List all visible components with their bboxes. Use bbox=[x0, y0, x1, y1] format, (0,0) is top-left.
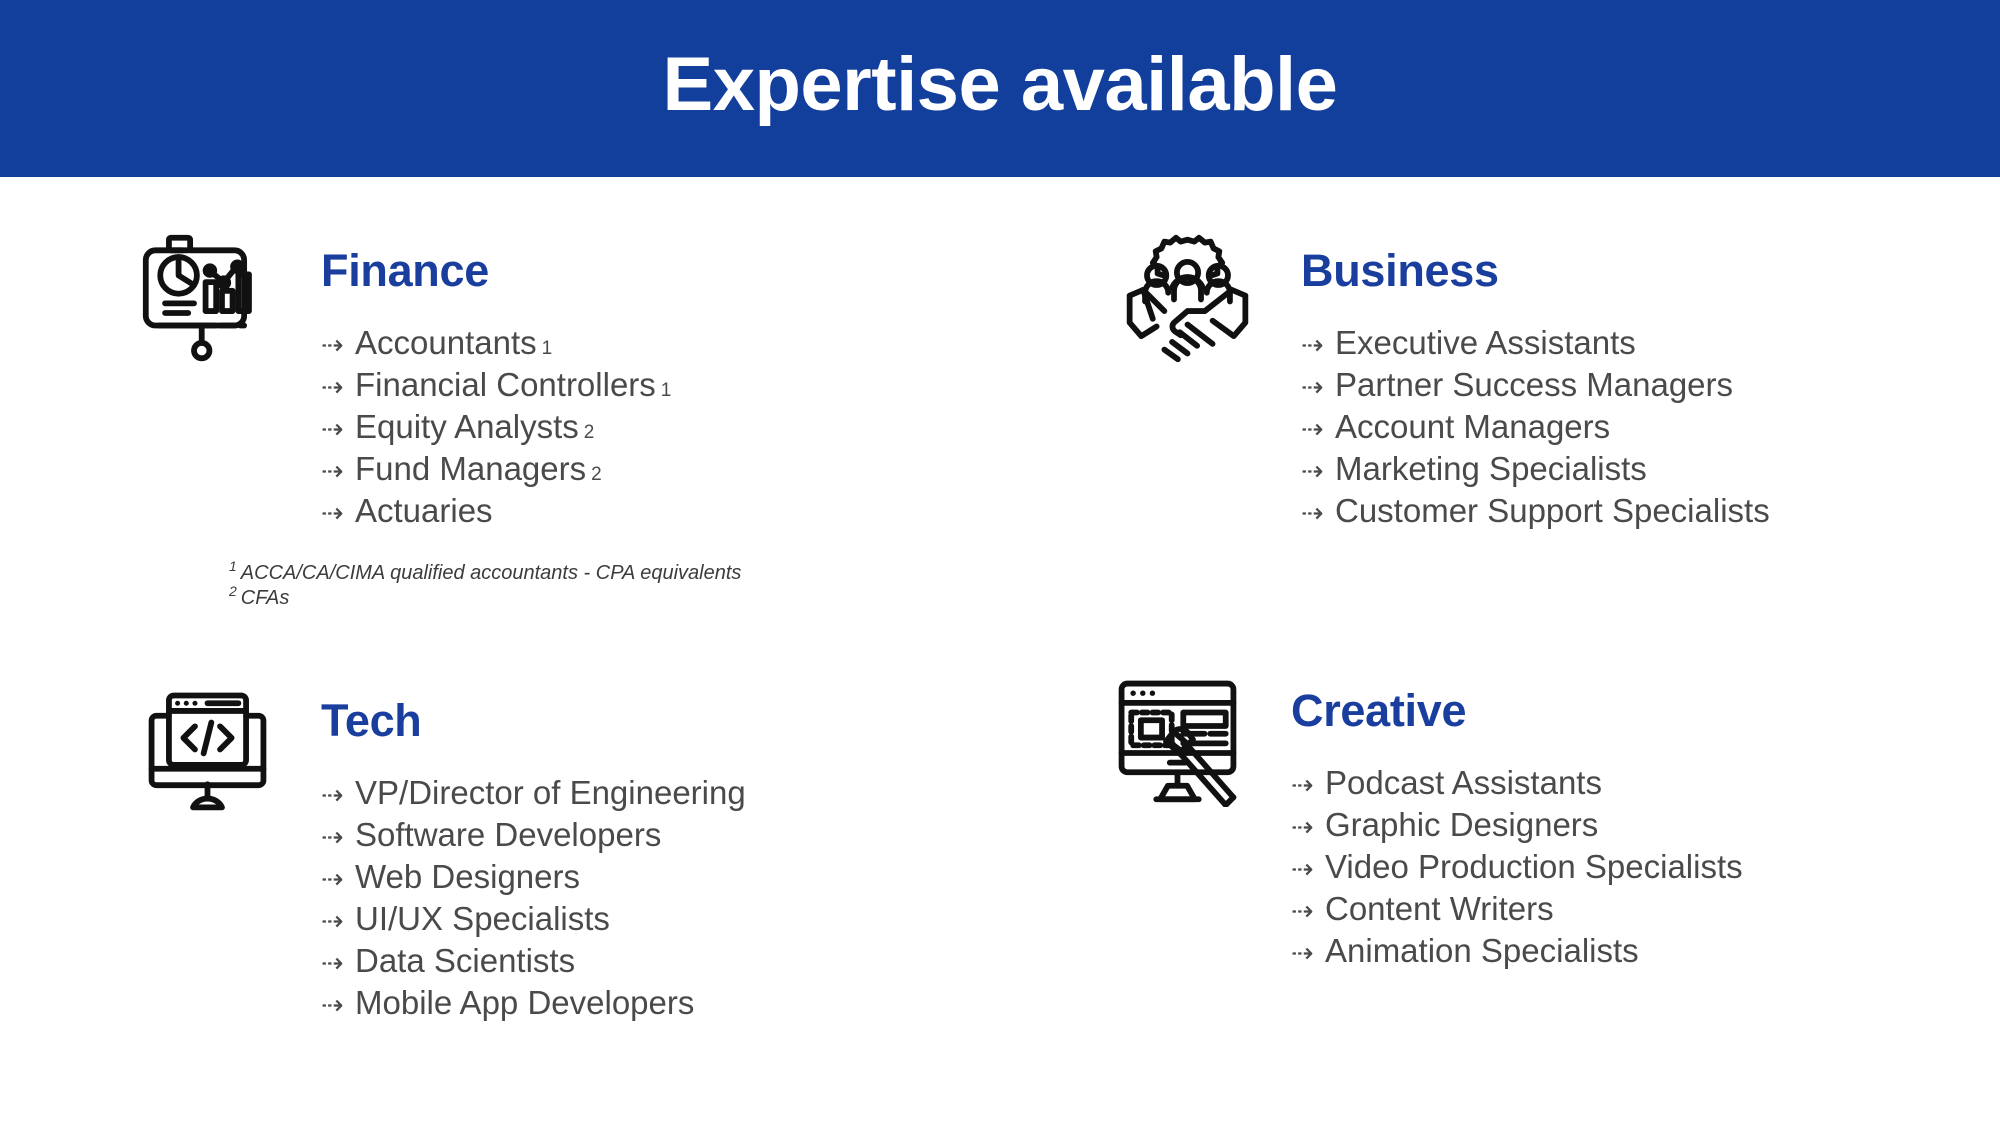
list-item: ⇢ Fund Managers 2 bbox=[321, 449, 980, 491]
list-item-label: VP/Director of Engineering bbox=[355, 774, 746, 811]
list-item: ⇢ Software Developers bbox=[321, 815, 980, 857]
list-business: ⇢ Executive Assistants ⇢ Partner Success… bbox=[1301, 323, 1960, 533]
category-tech: Tech ⇢ VP/Director of Engineering ⇢ Soft… bbox=[140, 682, 980, 1025]
arrow-bullet-icon: ⇢ bbox=[1291, 896, 1314, 926]
list-item-label: Financial Controllers bbox=[355, 366, 656, 403]
arrow-bullet-icon: ⇢ bbox=[1291, 812, 1314, 842]
arrow-bullet-icon: ⇢ bbox=[1301, 372, 1324, 402]
footnote-line: 2 CFAs bbox=[229, 583, 980, 611]
list-creative: ⇢ Podcast Assistants ⇢ Graphic Designers… bbox=[1291, 763, 1970, 973]
arrow-bullet-icon: ⇢ bbox=[1291, 938, 1314, 968]
heading-tech: Tech bbox=[321, 695, 422, 746]
list-item: ⇢ Graphic Designers bbox=[1291, 805, 1970, 847]
list-item-label: Account Managers bbox=[1335, 408, 1611, 445]
heading-business: Business bbox=[1301, 245, 1499, 296]
footnote-text: ACCA/CA/CIMA qualified accountants - CPA… bbox=[240, 562, 742, 584]
monitor-code-icon bbox=[140, 682, 275, 817]
list-item-label: Mobile App Developers bbox=[355, 984, 695, 1021]
arrow-bullet-icon: ⇢ bbox=[1301, 456, 1324, 486]
list-item-label: Accountants bbox=[355, 324, 537, 361]
list-item: ⇢ Account Managers bbox=[1301, 407, 1960, 449]
list-item: ⇢ Podcast Assistants bbox=[1291, 763, 1970, 805]
list-item: ⇢ UI/UX Specialists bbox=[321, 899, 980, 941]
arrow-bullet-icon: ⇢ bbox=[1291, 770, 1314, 800]
list-item-label: Partner Success Managers bbox=[1335, 366, 1734, 403]
arrow-bullet-icon: ⇢ bbox=[321, 822, 344, 852]
category-creative: Creative ⇢ Podcast Assistants ⇢ Graphic … bbox=[1110, 672, 1970, 973]
list-item-label: UI/UX Specialists bbox=[355, 900, 610, 937]
arrow-bullet-icon: ⇢ bbox=[321, 498, 344, 528]
category-finance: Finance ⇢ Accountants 1 ⇢ Financial Cont… bbox=[140, 232, 980, 611]
list-item: ⇢ Video Production Specialists bbox=[1291, 847, 1970, 889]
list-item-label: Web Designers bbox=[355, 858, 580, 895]
list-item: ⇢ Equity Analysts 2 bbox=[321, 407, 980, 449]
list-item: ⇢ Customer Support Specialists bbox=[1301, 491, 1960, 533]
slide-expertise-available: Expertise available Finance ⇢ Accountant… bbox=[0, 0, 2000, 1125]
heading-creative: Creative bbox=[1291, 685, 1467, 736]
list-item-label: Fund Managers bbox=[355, 450, 587, 487]
category-business: Business ⇢ Executive Assistants ⇢ Partne… bbox=[1120, 232, 1960, 533]
category-body-creative: Creative ⇢ Podcast Assistants ⇢ Graphic … bbox=[1291, 672, 1970, 973]
list-item-label: Software Developers bbox=[355, 816, 662, 853]
arrow-bullet-icon: ⇢ bbox=[321, 372, 344, 402]
list-item-label: Executive Assistants bbox=[1335, 324, 1636, 361]
list-item: ⇢ VP/Director of Engineering bbox=[321, 773, 980, 815]
list-item: ⇢ Data Scientists bbox=[321, 941, 980, 983]
presentation-chart-icon bbox=[140, 232, 275, 367]
list-item-label: Content Writers bbox=[1325, 890, 1554, 927]
list-item: ⇢ Marketing Specialists bbox=[1301, 449, 1960, 491]
handshake-team-gear-icon bbox=[1120, 232, 1255, 367]
category-body-tech: Tech ⇢ VP/Director of Engineering ⇢ Soft… bbox=[321, 682, 980, 1025]
arrow-bullet-icon: ⇢ bbox=[321, 948, 344, 978]
list-item: ⇢ Mobile App Developers bbox=[321, 983, 980, 1025]
arrow-bullet-icon: ⇢ bbox=[1301, 414, 1324, 444]
list-item-label: Actuaries bbox=[355, 492, 493, 529]
list-item-label: Podcast Assistants bbox=[1325, 764, 1602, 801]
list-item-label: Graphic Designers bbox=[1325, 806, 1599, 843]
list-item: ⇢ Executive Assistants bbox=[1301, 323, 1960, 365]
arrow-bullet-icon: ⇢ bbox=[321, 330, 344, 360]
list-item: ⇢ Partner Success Managers bbox=[1301, 365, 1960, 407]
arrow-bullet-icon: ⇢ bbox=[321, 414, 344, 444]
list-item-label: Animation Specialists bbox=[1325, 932, 1639, 969]
footnote-marker: 2 bbox=[229, 583, 237, 600]
list-item: ⇢ Actuaries bbox=[321, 491, 980, 533]
list-item-label: Equity Analysts bbox=[355, 408, 579, 445]
list-tech: ⇢ VP/Director of Engineering ⇢ Software … bbox=[321, 773, 980, 1025]
header-banner: Expertise available bbox=[0, 0, 2000, 177]
footnote-marker: 1 bbox=[229, 558, 237, 575]
list-item: ⇢ Accountants 1 bbox=[321, 323, 980, 365]
arrow-bullet-icon: ⇢ bbox=[321, 906, 344, 936]
list-item-label: Video Production Specialists bbox=[1325, 848, 1743, 885]
arrow-bullet-icon: ⇢ bbox=[1291, 854, 1314, 884]
list-item: ⇢ Web Designers bbox=[321, 857, 980, 899]
list-item-label: Data Scientists bbox=[355, 942, 576, 979]
arrow-bullet-icon: ⇢ bbox=[321, 780, 344, 810]
list-item-label: Customer Support Specialists bbox=[1335, 492, 1770, 529]
footnote-line: 1 ACCA/CA/CIMA qualified accountants - CP… bbox=[229, 558, 980, 586]
list-item: ⇢ Financial Controllers 1 bbox=[321, 365, 980, 407]
list-item: ⇢ Animation Specialists bbox=[1291, 931, 1970, 973]
arrow-bullet-icon: ⇢ bbox=[321, 864, 344, 894]
category-body-finance: Finance ⇢ Accountants 1 ⇢ Financial Cont… bbox=[229, 232, 980, 611]
footnote-text: CFAs bbox=[240, 587, 290, 609]
arrow-bullet-icon: ⇢ bbox=[1301, 498, 1324, 528]
page-title: Expertise available bbox=[662, 41, 1338, 127]
list-finance: ⇢ Accountants 1 ⇢ Financial Controllers … bbox=[321, 323, 980, 533]
arrow-bullet-icon: ⇢ bbox=[1301, 330, 1324, 360]
list-item: ⇢ Content Writers bbox=[1291, 889, 1970, 931]
monitor-paintbrush-icon bbox=[1110, 672, 1245, 807]
heading-finance: Finance bbox=[321, 245, 489, 296]
category-body-business: Business ⇢ Executive Assistants ⇢ Partne… bbox=[1301, 232, 1960, 533]
list-item-label: Marketing Specialists bbox=[1335, 450, 1647, 487]
arrow-bullet-icon: ⇢ bbox=[321, 456, 344, 486]
footnotes-finance: 1 ACCA/CA/CIMA qualified accountants - CP… bbox=[229, 558, 980, 611]
arrow-bullet-icon: ⇢ bbox=[321, 990, 344, 1020]
category-grid: Finance ⇢ Accountants 1 ⇢ Financial Cont… bbox=[0, 177, 2000, 1125]
